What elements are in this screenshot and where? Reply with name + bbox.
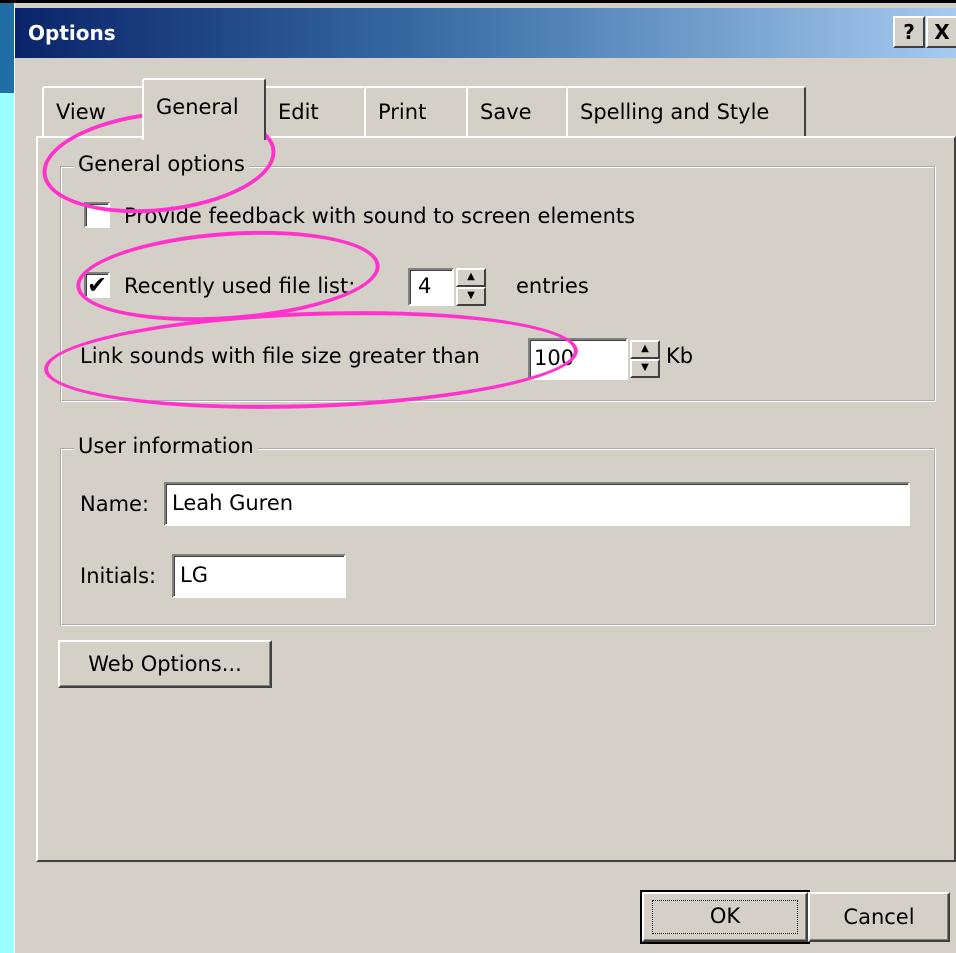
name-label: Name: xyxy=(80,492,150,516)
tab-spelling-and-style[interactable]: Spelling and Style xyxy=(566,86,806,136)
ok-button[interactable]: OK xyxy=(640,890,810,944)
title-bar[interactable] xyxy=(15,8,956,58)
recent-files-label: Recently used file list: xyxy=(124,274,356,298)
spin-up-icon[interactable]: ▲ xyxy=(456,268,486,287)
cancel-button[interactable]: Cancel xyxy=(808,892,950,942)
user-information-title: User information xyxy=(74,434,258,458)
link-sounds-label: Link sounds with file size greater than xyxy=(80,344,480,368)
tab-view[interactable]: View xyxy=(42,86,144,136)
checkmark-icon: ✔ xyxy=(87,271,108,299)
help-button[interactable]: ? xyxy=(893,16,925,48)
initials-field[interactable]: LG xyxy=(172,554,346,598)
recent-files-spinner[interactable]: ▲ ▼ xyxy=(456,268,486,306)
tab-save[interactable]: Save xyxy=(466,86,568,136)
link-sounds-spinner[interactable]: ▲ ▼ xyxy=(630,340,660,378)
background-accent xyxy=(0,3,14,93)
name-field[interactable]: Leah Guren xyxy=(164,482,910,526)
spin-down-icon[interactable]: ▼ xyxy=(456,287,486,306)
tab-print[interactable]: Print xyxy=(364,86,468,136)
window-title: Options xyxy=(28,21,116,45)
spin-down-icon[interactable]: ▼ xyxy=(630,359,660,378)
spin-up-icon[interactable]: ▲ xyxy=(630,340,660,359)
close-button[interactable]: X xyxy=(926,16,956,48)
link-sounds-size-input[interactable]: 100 xyxy=(528,338,628,380)
recent-files-checkbox[interactable]: ✔ xyxy=(84,271,110,299)
initials-label: Initials: xyxy=(80,564,157,588)
kb-label: Kb xyxy=(666,344,694,368)
recent-files-count-input[interactable]: 4 xyxy=(408,268,454,306)
tab-edit[interactable]: Edit xyxy=(264,86,366,136)
general-options-title: General options xyxy=(74,152,249,176)
entries-label: entries xyxy=(516,274,589,298)
focus-rectangle xyxy=(652,900,798,934)
feedback-label: Provide feedback with sound to screen el… xyxy=(124,204,636,228)
web-options-button[interactable]: Web Options... xyxy=(58,640,272,688)
feedback-checkbox[interactable] xyxy=(84,202,110,228)
tab-general[interactable]: General xyxy=(142,78,266,140)
user-information-group xyxy=(60,448,936,626)
